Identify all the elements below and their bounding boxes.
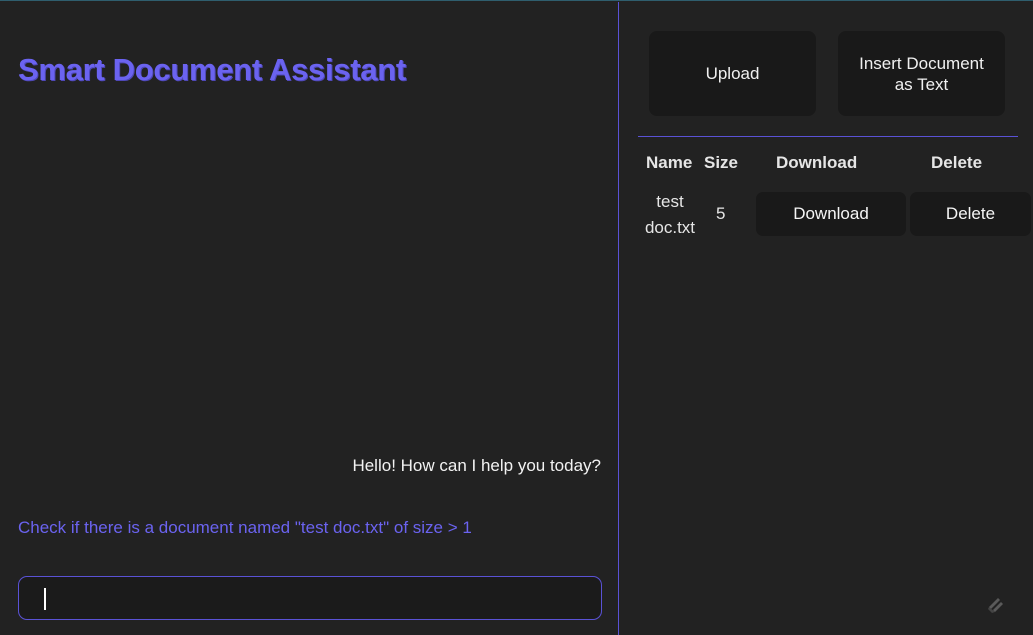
upload-button[interactable]: Upload	[649, 31, 816, 116]
column-header-download: Download	[776, 153, 858, 172]
app-title: Smart Document Assistant	[18, 52, 406, 87]
column-header-delete: Delete	[931, 153, 983, 172]
chat-input[interactable]	[18, 576, 602, 620]
delete-button[interactable]: Delete	[910, 192, 1031, 236]
streamlit-logo-icon[interactable]	[985, 594, 1007, 616]
chat-panel: Smart Document Assistant Hello! How can …	[0, 2, 619, 635]
assistant-message: Hello! How can I help you today?	[352, 456, 601, 475]
divider	[638, 136, 1018, 137]
document-name: test doc.txt	[644, 192, 696, 237]
document-size: 5	[716, 204, 726, 223]
user-message: Check if there is a document named "test…	[18, 518, 472, 537]
column-header-size: Size	[704, 153, 739, 172]
column-header-name: Name	[646, 153, 693, 172]
insert-document-as-text-button[interactable]: Insert Document as Text	[838, 31, 1005, 116]
documents-panel: Upload Insert Document as Text Name Size…	[620, 2, 1033, 635]
app-window: Smart Document Assistant Hello! How can …	[0, 0, 1033, 635]
text-cursor	[44, 588, 46, 610]
download-button[interactable]: Download	[756, 192, 906, 236]
